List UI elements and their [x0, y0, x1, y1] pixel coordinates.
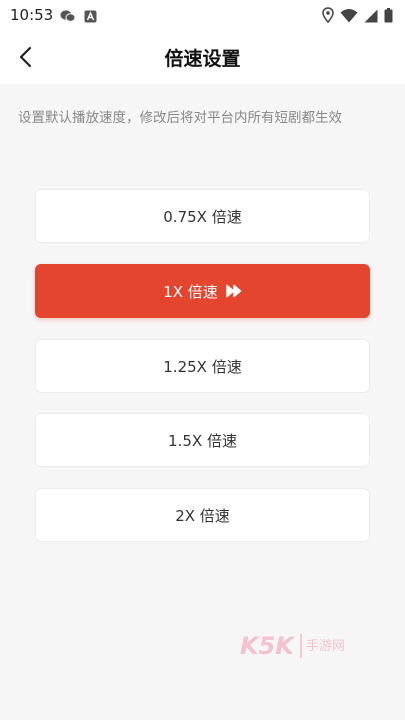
speed-option-label: 1.5X 倍速: [168, 431, 237, 450]
svg-text:手游网: 手游网: [306, 639, 345, 654]
location-icon: [322, 7, 334, 27]
speed-option-0-75x[interactable]: 0.75X 倍速: [35, 189, 370, 243]
speed-option-label: 0.75X 倍速: [163, 207, 242, 226]
svg-text:K5K: K5K: [240, 632, 296, 660]
speed-option-label: 2X 倍速: [175, 506, 230, 525]
a-icon: [84, 8, 97, 27]
wifi-icon: [340, 8, 358, 27]
fast-forward-icon: [226, 284, 242, 298]
speed-description: 设置默认播放速度，修改后将对平台内所有短剧都生效: [18, 110, 342, 126]
speed-option-2x[interactable]: 2X 倍速: [35, 488, 370, 542]
header: 倍速设置: [0, 30, 405, 84]
signal-icon: [364, 8, 378, 27]
speed-option-1-5x[interactable]: 1.5X 倍速: [35, 413, 370, 467]
status-time: 10:53: [10, 6, 54, 24]
watermark-logo: K5K 手游网: [240, 630, 360, 662]
wechat-icon: [60, 8, 76, 27]
status-bar: 10:53: [0, 0, 405, 30]
speed-option-label: 1.25X 倍速: [163, 357, 242, 376]
speed-option-1x[interactable]: 1X 倍速: [35, 264, 370, 318]
page-title: 倍速设置: [164, 48, 241, 70]
speed-option-1-25x[interactable]: 1.25X 倍速: [35, 339, 370, 393]
speed-option-label: 1X 倍速: [163, 282, 218, 301]
battery-icon: [384, 7, 393, 27]
